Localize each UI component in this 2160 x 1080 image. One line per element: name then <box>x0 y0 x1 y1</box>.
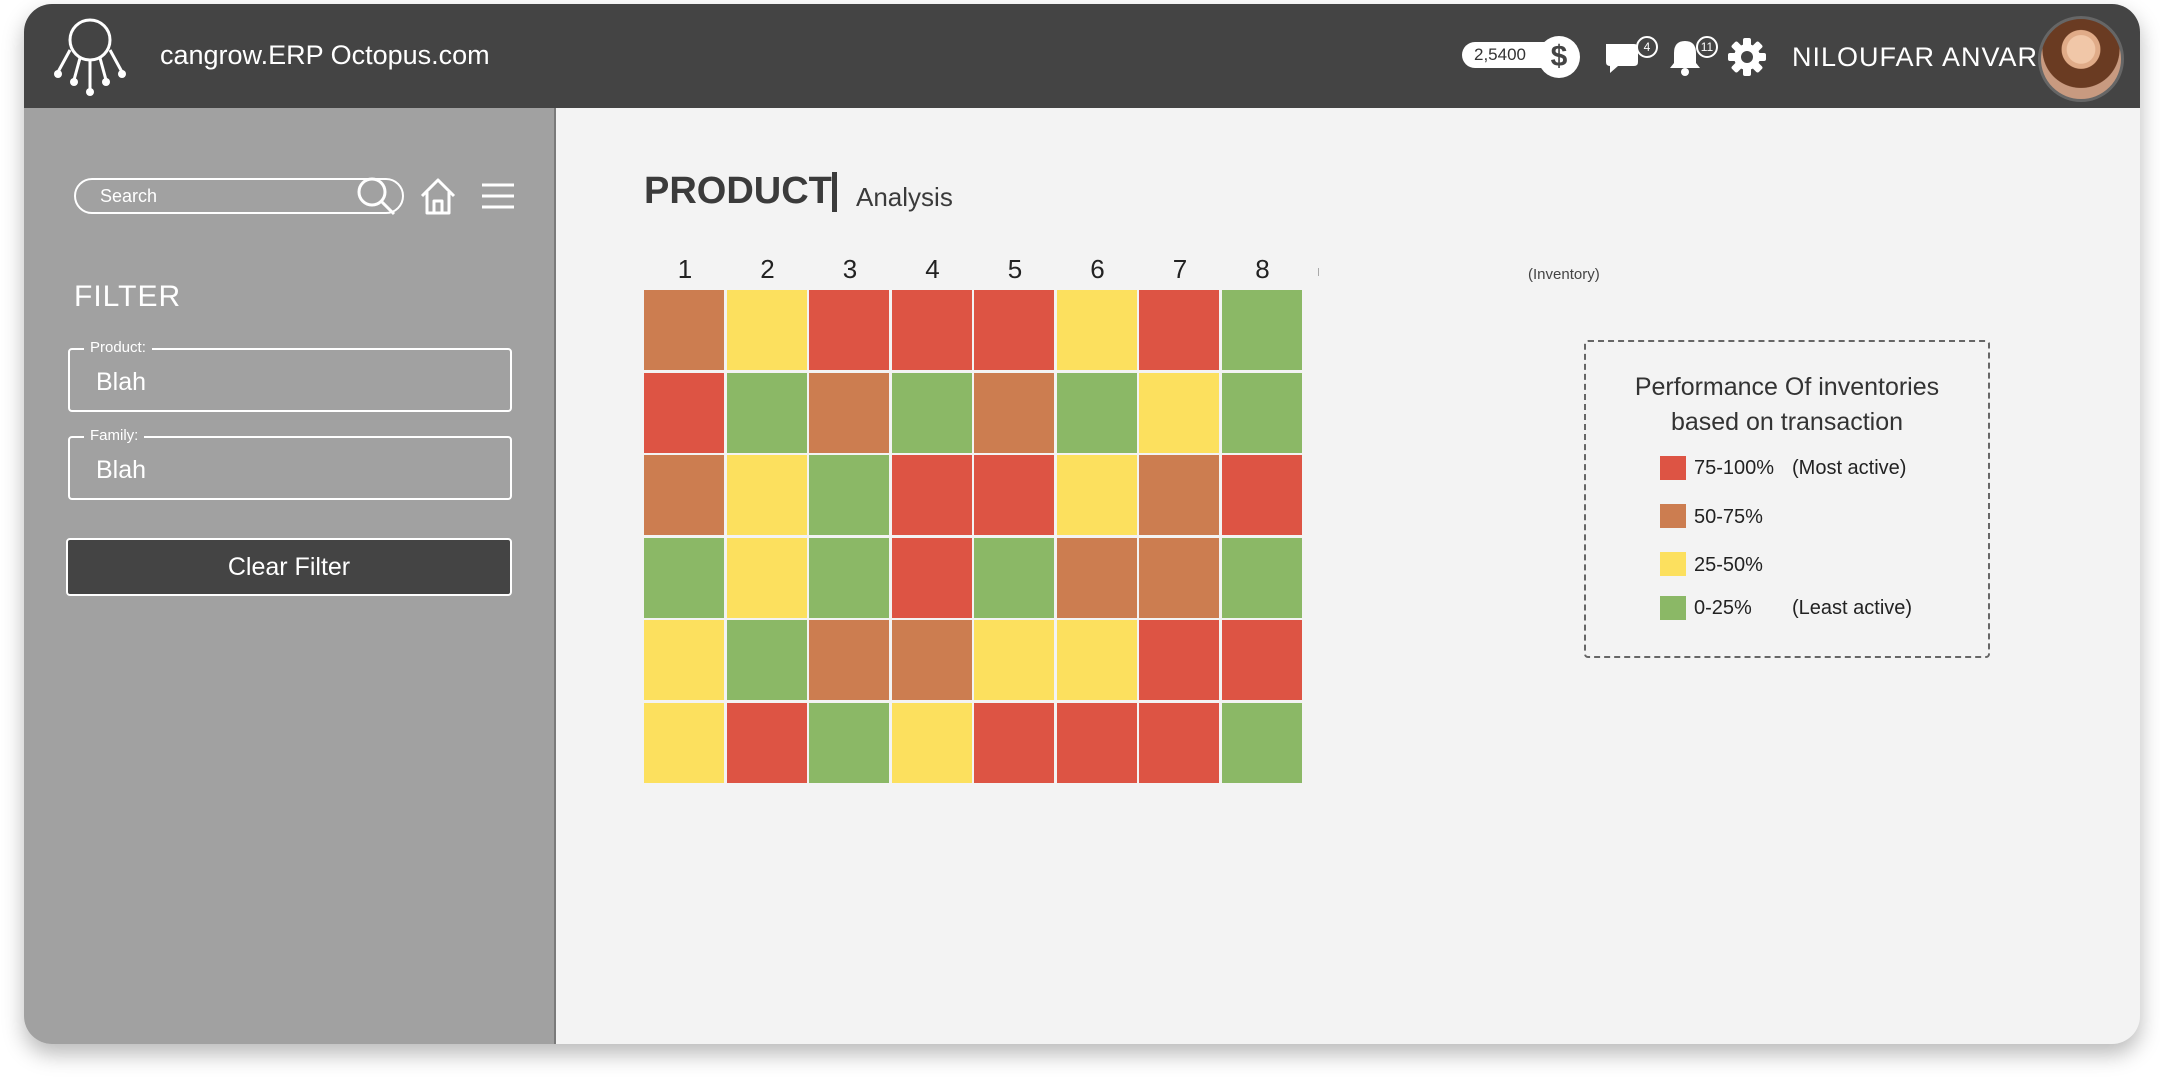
heatmap-cell[interactable] <box>1056 455 1137 535</box>
heatmap-cell[interactable] <box>1221 455 1302 535</box>
clear-filter-button[interactable]: Clear Filter <box>66 538 512 596</box>
heatmap-cell[interactable] <box>1056 537 1137 618</box>
filter-title: FILTER <box>74 280 182 313</box>
column-label-1: 1 <box>677 254 693 284</box>
legend-title-line-2: based on transaction <box>1670 408 1904 436</box>
heatmap-cell[interactable] <box>726 372 807 453</box>
legend-desc-least-active: (Least active) <box>1792 597 1913 619</box>
heatmap-cell[interactable] <box>1139 290 1219 370</box>
heatmap-cell[interactable] <box>974 372 1054 453</box>
heatmap-cell[interactable] <box>1056 290 1137 370</box>
heatmap-cell[interactable] <box>891 537 972 618</box>
product-field-label: Product: <box>84 339 152 356</box>
heatmap-cell[interactable] <box>1221 290 1302 370</box>
heatmap-cell[interactable] <box>644 702 724 783</box>
page-title: PRODUCT <box>644 170 832 212</box>
column-label-2: 2 <box>760 254 775 284</box>
page-subtitle: Analysis <box>856 182 953 212</box>
heatmap-cell[interactable] <box>809 372 889 453</box>
legend-range-25-50: 25-50% <box>1694 554 1763 576</box>
legend-range-50-75: 50-75% <box>1694 506 1763 528</box>
user-name[interactable]: NILOUFAR ANVARI <box>1792 42 2047 73</box>
heatmap-cell[interactable] <box>974 455 1054 535</box>
column-label-7: 7 <box>1172 254 1188 284</box>
heatmap-cell[interactable] <box>726 702 807 783</box>
column-label-8: 8 <box>1255 254 1270 284</box>
dollar-icon[interactable]: $ <box>1538 36 1580 78</box>
heatmap-cell[interactable] <box>644 620 724 700</box>
heatmap-cell[interactable] <box>974 290 1054 370</box>
heatmap-cell[interactable] <box>809 537 889 618</box>
legend: Performance Of inventories based on tran… <box>1584 340 1990 658</box>
heatmap-cell[interactable] <box>809 455 889 535</box>
logo-icon[interactable] <box>48 14 132 98</box>
heatmap-cell[interactable] <box>1139 455 1219 535</box>
heatmap-cell[interactable] <box>1221 620 1302 700</box>
heatmap-cell[interactable] <box>1139 620 1219 700</box>
heatmap-cell[interactable] <box>726 537 807 618</box>
heatmap-cell[interactable] <box>726 455 807 535</box>
legend-swatch-0-25 <box>1660 596 1686 620</box>
heatmap-cell[interactable] <box>644 455 724 535</box>
heatmap-cell[interactable] <box>1221 372 1302 453</box>
heatmap-cell[interactable] <box>1139 372 1219 453</box>
menu-icon[interactable] <box>476 174 520 218</box>
heatmap-cell[interactable] <box>1056 702 1137 783</box>
column-label-6: 6 <box>1090 254 1105 284</box>
legend-desc-most-active: (Most active) <box>1792 457 1907 479</box>
heatmap-cell[interactable] <box>974 537 1054 618</box>
axis-tick <box>1318 268 1319 276</box>
family-field-value: Blah <box>96 456 147 484</box>
heatmap-cell[interactable] <box>974 620 1054 700</box>
heatmap-cell[interactable] <box>726 620 807 700</box>
legend-swatch-50-75 <box>1660 504 1686 528</box>
legend-title: Performance Of inventories based on tran… <box>1586 370 1988 440</box>
heatmap-cell[interactable] <box>1139 702 1219 783</box>
heatmap-cell[interactable] <box>891 702 972 783</box>
heatmap-cell[interactable] <box>1056 372 1137 453</box>
heatmap-cell[interactable] <box>891 372 972 453</box>
heatmap-cell[interactable] <box>809 290 889 370</box>
gear-icon[interactable] <box>1726 36 1768 78</box>
heatmap-cell[interactable] <box>891 455 972 535</box>
heatmap-cell[interactable] <box>891 290 972 370</box>
heatmap-cell[interactable] <box>644 537 724 618</box>
column-label-3: 3 <box>842 254 858 284</box>
heatmap-cell[interactable] <box>1139 537 1219 618</box>
column-label-5: 5 <box>1007 254 1023 284</box>
legend-range-75-100: 75-100% <box>1694 457 1775 479</box>
heatmap-cell[interactable] <box>891 620 972 700</box>
column-label-4: 4 <box>925 254 940 284</box>
product-field[interactable]: Product: Blah <box>68 339 512 412</box>
avatar[interactable] <box>2038 16 2124 102</box>
product-field-value: Blah <box>96 368 147 396</box>
sidebar: Search FILTER Product: Blah Family: Blah… <box>24 108 556 1044</box>
app-title[interactable]: cangrow.ERP Octopus.com <box>160 40 490 71</box>
legend-swatch-75-100 <box>1660 456 1686 480</box>
heatmap-cell[interactable] <box>644 290 724 370</box>
inventory-axis-label: (Inventory) <box>1528 266 1600 283</box>
app-window: cangrow.ERP Octopus.com 2,5400 $ 4 11 NI… <box>24 4 2140 1044</box>
family-field-label: Family: <box>84 427 145 444</box>
search-icon[interactable] <box>354 174 398 218</box>
legend-swatch-25-50 <box>1660 552 1686 576</box>
legend-range-0-25: 0-25% <box>1694 597 1752 619</box>
family-field[interactable]: Family: Blah <box>68 427 512 500</box>
messages-badge: 4 <box>1636 36 1658 58</box>
heatmap-cell[interactable] <box>809 702 889 783</box>
heatmap-cell[interactable] <box>644 372 724 453</box>
heatmap-cell[interactable] <box>1221 537 1302 618</box>
legend-title-line-1: Performance Of inventories <box>1634 373 1940 401</box>
title-divider <box>832 172 837 212</box>
heatmap-cell[interactable] <box>1221 702 1302 783</box>
notifications-badge: 11 <box>1696 36 1718 58</box>
heatmap-cell[interactable] <box>1056 620 1137 700</box>
heatmap-cell[interactable] <box>974 702 1054 783</box>
heatmap-cell[interactable] <box>726 290 807 370</box>
top-bar: cangrow.ERP Octopus.com 2,5400 $ 4 11 NI… <box>24 4 2140 108</box>
heatmap-cell[interactable] <box>809 620 889 700</box>
home-icon[interactable] <box>416 174 460 218</box>
